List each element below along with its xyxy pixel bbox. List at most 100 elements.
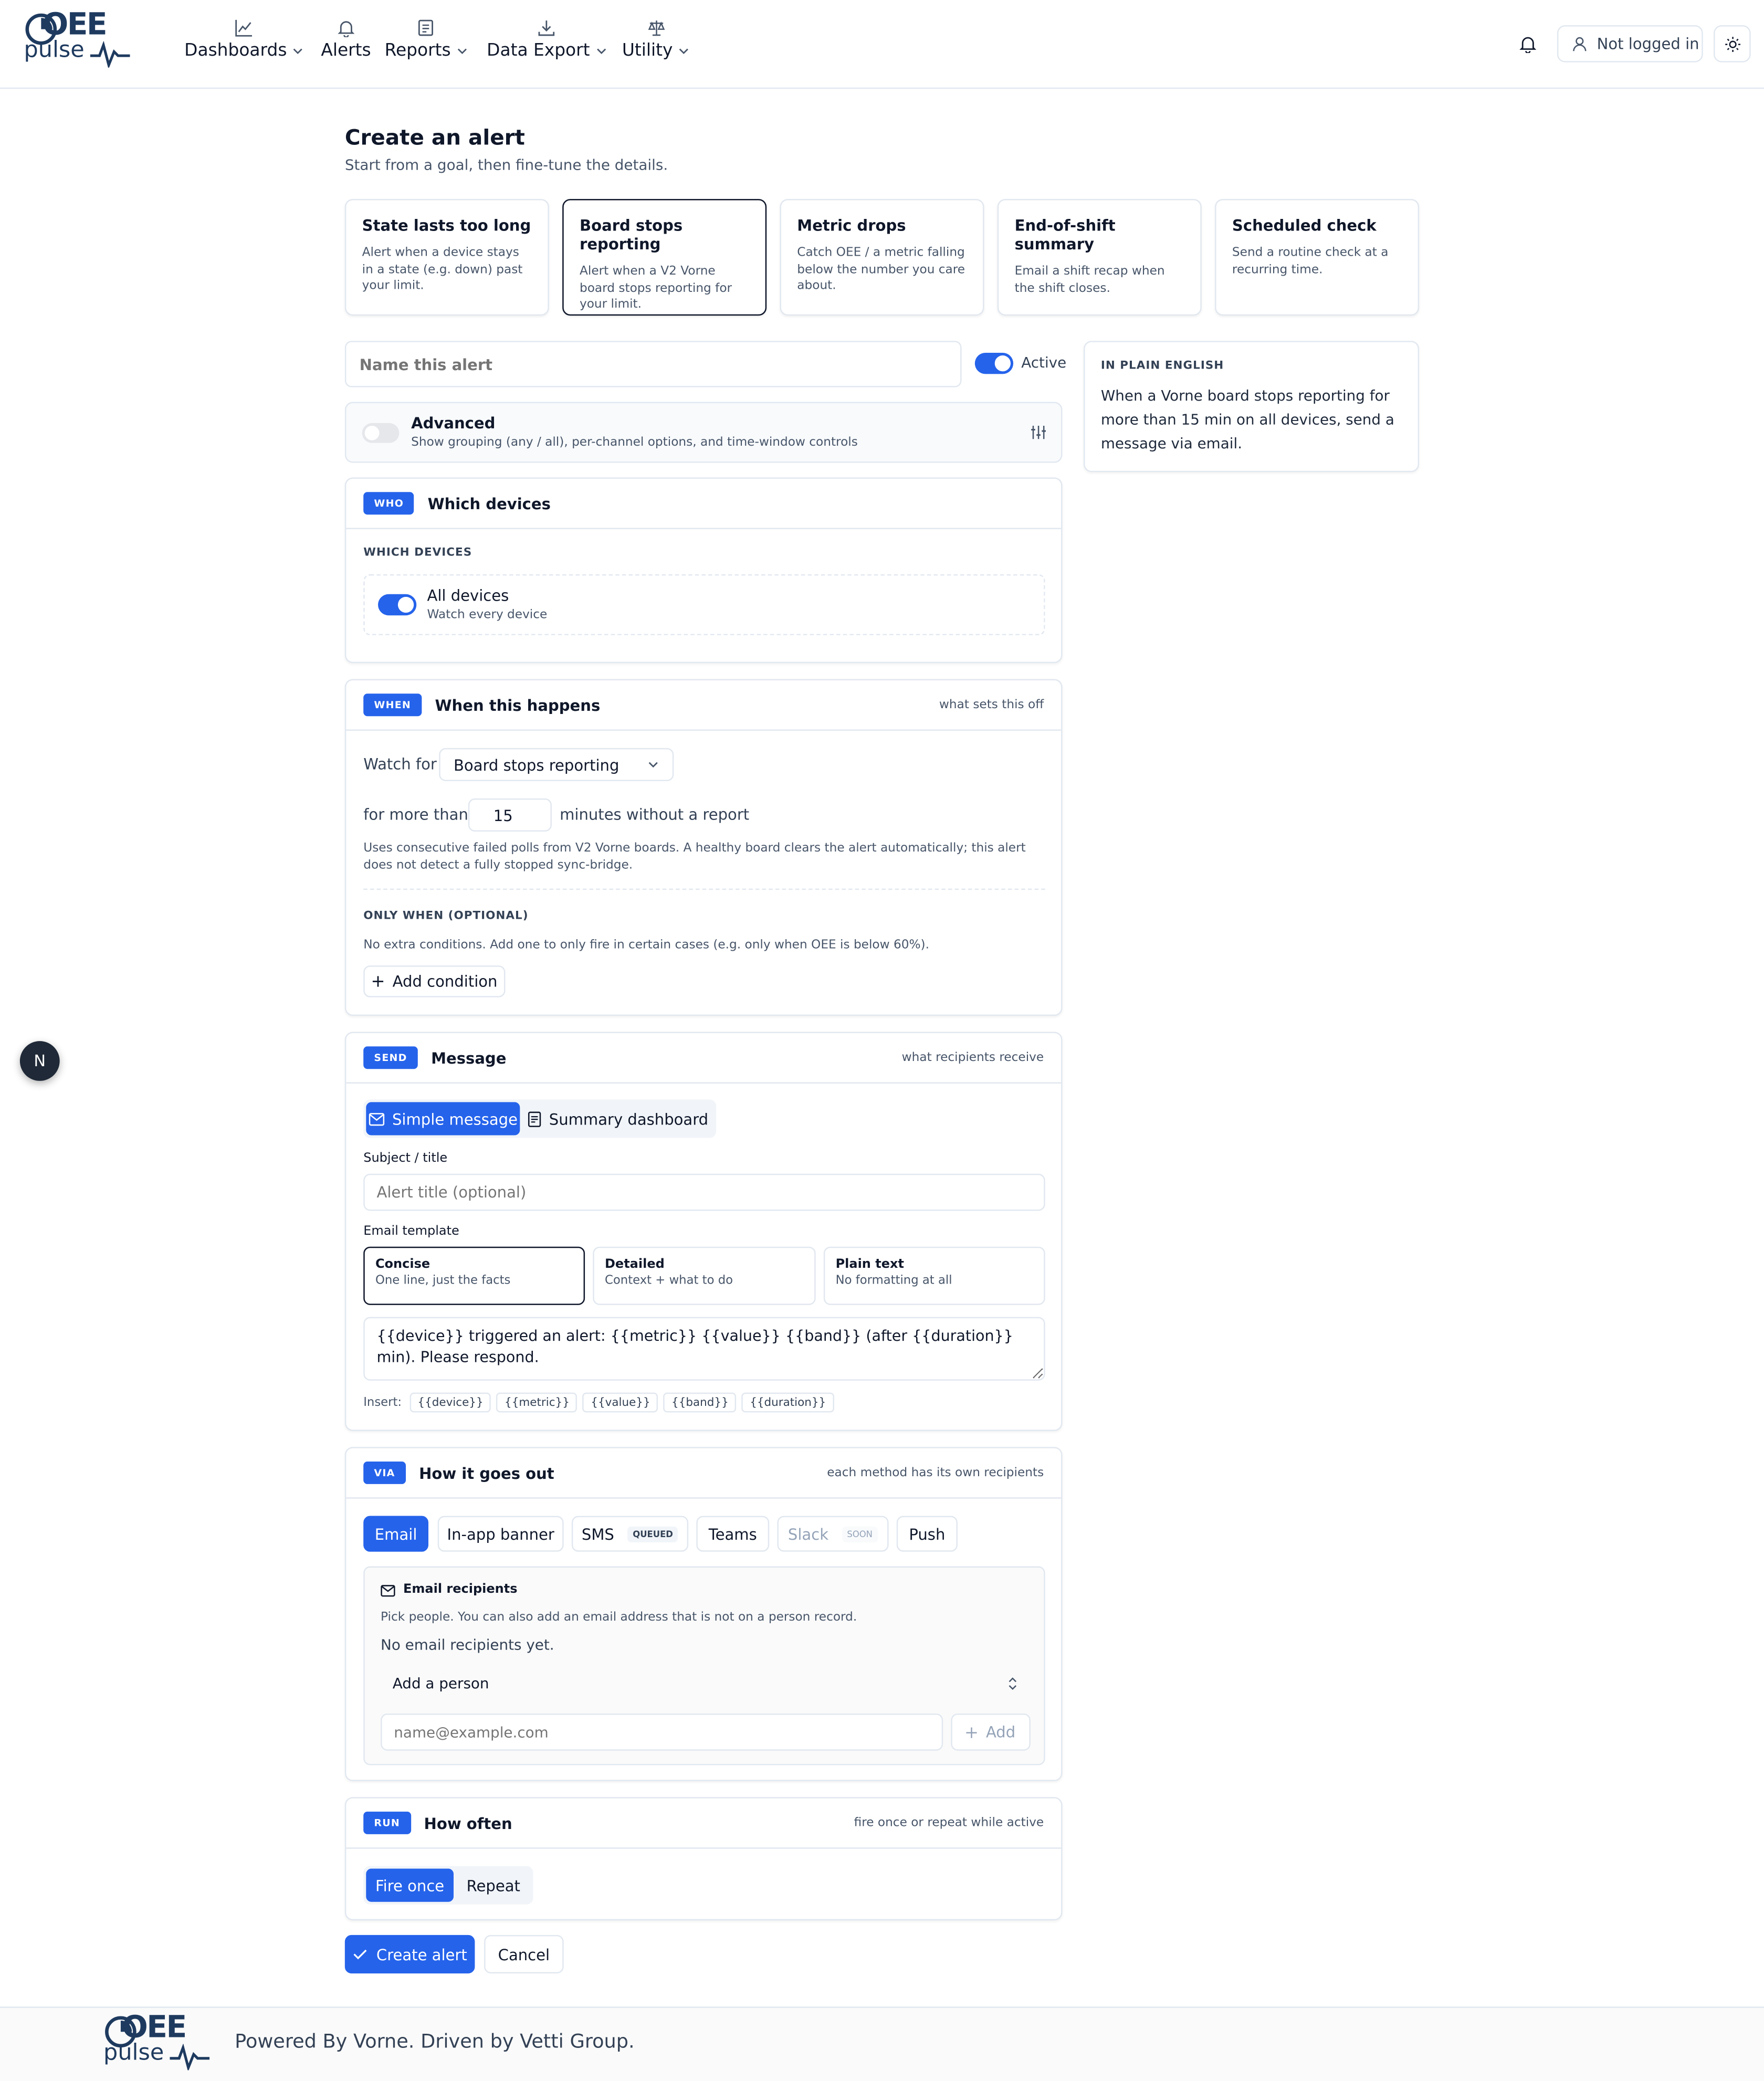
email-template-desc: No formatting at all [835,1274,952,1288]
fire-once-option[interactable]: Fire once [366,1868,454,1902]
active-toggle[interactable] [974,352,1014,374]
template-card-end-of-shift[interactable]: End-of-shift summary Email a shift recap… [997,198,1202,316]
login-button[interactable]: Not logged in [1557,25,1703,62]
page-subtitle: Start from a goal, then fine-tune the de… [344,156,668,174]
create-alert-button[interactable]: Create alert [344,1935,475,1974]
nav-data-export[interactable]: Data Export [487,18,607,61]
footer-text: Powered By Vorne. Driven by Vetti Group. [235,2032,635,2053]
toggle-knob [994,355,1011,372]
chevron-down-icon [679,48,689,55]
active-label: Active [1021,354,1067,372]
frequency-tabs: Fire once Repeat [363,1866,533,1905]
add-person-select[interactable]: Add a person [381,1666,1031,1701]
document-icon [528,1111,541,1127]
who-card: WHO Which devices WHICH DEVICES All devi… [344,477,1063,664]
bell-icon [338,21,354,37]
minutes-input[interactable] [468,798,552,832]
only-when-label: ONLY WHEN (OPTIONAL) [363,910,529,923]
page-title: Create an alert [344,124,525,150]
divider [363,888,1045,890]
nav-utility[interactable]: Utility [622,18,690,61]
theme-toggle-button[interactable] [1713,25,1751,62]
chart-line-icon [235,19,253,37]
add-condition-button[interactable]: Add condition [363,965,506,997]
plain-english-summary: IN PLAIN ENGLISH When a Vorne board stop… [1083,341,1420,472]
template-card-board-stops[interactable]: Board stops reporting Alert when a V2 Vo… [562,198,767,316]
template-desc: Alert when a device stays in a state (e.… [362,245,523,293]
run-hint: fire once or repeat while active [854,1815,1044,1831]
channel-push[interactable]: Push [896,1516,958,1552]
channel-label: Teams [708,1524,757,1543]
check-icon [353,1949,366,1960]
email-address-input[interactable] [381,1713,943,1751]
email-template-title: Detailed [604,1257,665,1272]
advanced-toggle[interactable] [362,423,400,443]
email-template-concise[interactable]: Concise One line, just the facts [363,1246,585,1305]
cancel-button[interactable]: Cancel [484,1935,564,1974]
channel-sms[interactable]: SMS QUEUED [571,1516,689,1552]
logo-pulse-text: pulse [103,2040,164,2066]
watch-for-select[interactable]: Board stops reporting [439,748,674,781]
template-title: Metric drops [797,216,906,235]
notifications-button[interactable] [1519,35,1537,54]
document-icon [419,19,434,36]
tab-label: Summary dashboard [549,1109,709,1128]
add-email-button[interactable]: Add [951,1713,1031,1751]
insert-variables: Insert: {{device}} {{metric}} {{value}} … [363,1392,839,1413]
nav-label: Dashboards [184,41,287,61]
queued-badge: QUEUED [627,1526,679,1542]
chevron-down-icon [457,48,467,55]
cancel-label: Cancel [498,1945,550,1964]
email-template-plain-text[interactable]: Plain text No formatting at all [823,1246,1045,1305]
subject-input[interactable] [363,1173,1045,1211]
email-template-title: Concise [375,1257,430,1272]
email-template-title: Plain text [835,1257,904,1272]
sliders-icon[interactable] [1031,424,1046,440]
footer: OEE pulse Powered By Vorne. Driven by Ve… [0,2006,1764,2081]
template-desc: Catch OEE / a metric falling below the n… [797,245,965,293]
insert-chip-metric[interactable]: {{metric}} [496,1392,578,1413]
who-badge: WHO [363,492,415,515]
template-card-scheduled-check[interactable]: Scheduled check Send a routine check at … [1215,198,1420,316]
top-nav-bar: OEE pulse Dashboards Alerts Reports Data… [0,0,1764,89]
plain-english-heading: IN PLAIN ENGLISH [1100,359,1224,373]
template-desc: Send a routine check at a recurring time… [1232,245,1389,277]
insert-chip-device[interactable]: {{device}} [410,1392,491,1413]
for-more-than-label: for more than [363,805,468,824]
nav-dashboards[interactable]: Dashboards [184,18,304,61]
channel-teams[interactable]: Teams [696,1516,770,1552]
oee-pulse-logo[interactable]: OEE pulse [24,8,130,71]
tab-summary-dashboard[interactable]: Summary dashboard [522,1102,713,1135]
all-devices-toggle[interactable] [377,594,417,616]
channel-email[interactable]: Email [363,1516,428,1552]
template-desc: Alert when a V2 Vorne board stops report… [579,264,732,312]
nav-label: Data Export [487,41,590,61]
repeat-option[interactable]: Repeat [456,1869,530,1902]
add-email-label: Add [985,1722,1016,1742]
nav-alerts[interactable]: Alerts [321,18,371,61]
insert-chip-duration[interactable]: {{duration}} [742,1392,834,1413]
email-recipients-title: Email recipients [403,1582,518,1597]
nav-label: Utility [622,41,673,61]
channel-label: Push [909,1524,946,1543]
insert-chip-value[interactable]: {{value}} [583,1392,658,1413]
message-body-textarea[interactable]: {{device}} triggered an alert: {{metric}… [363,1317,1045,1381]
when-note: Uses consecutive failed polls from V2 Vo… [363,840,1026,873]
template-title: State lasts too long [362,216,531,235]
via-title: How it goes out [419,1463,554,1483]
only-when-desc: No extra conditions. Add one to only fir… [363,938,930,952]
alert-name-input[interactable] [344,341,962,387]
template-card-metric-drops[interactable]: Metric drops Catch OEE / a metric fallin… [780,198,984,316]
channel-in-app-banner[interactable]: In-app banner [437,1516,564,1552]
insert-chip-band[interactable]: {{band}} [663,1392,737,1413]
email-template-detailed[interactable]: Detailed Context + what to do [593,1246,816,1305]
floating-dev-button[interactable]: N [19,1041,60,1081]
toggle-knob [364,425,380,440]
nav-reports[interactable]: Reports [385,18,468,61]
tab-simple-message[interactable]: Simple message [366,1102,520,1136]
template-card-state-too-long[interactable]: State lasts too long Alert when a device… [344,198,549,316]
empty-recipients-text: No email recipients yet. [381,1636,554,1654]
add-condition-label: Add condition [392,972,498,991]
send-title: Message [431,1048,507,1067]
soon-badge: SOON [842,1526,878,1542]
